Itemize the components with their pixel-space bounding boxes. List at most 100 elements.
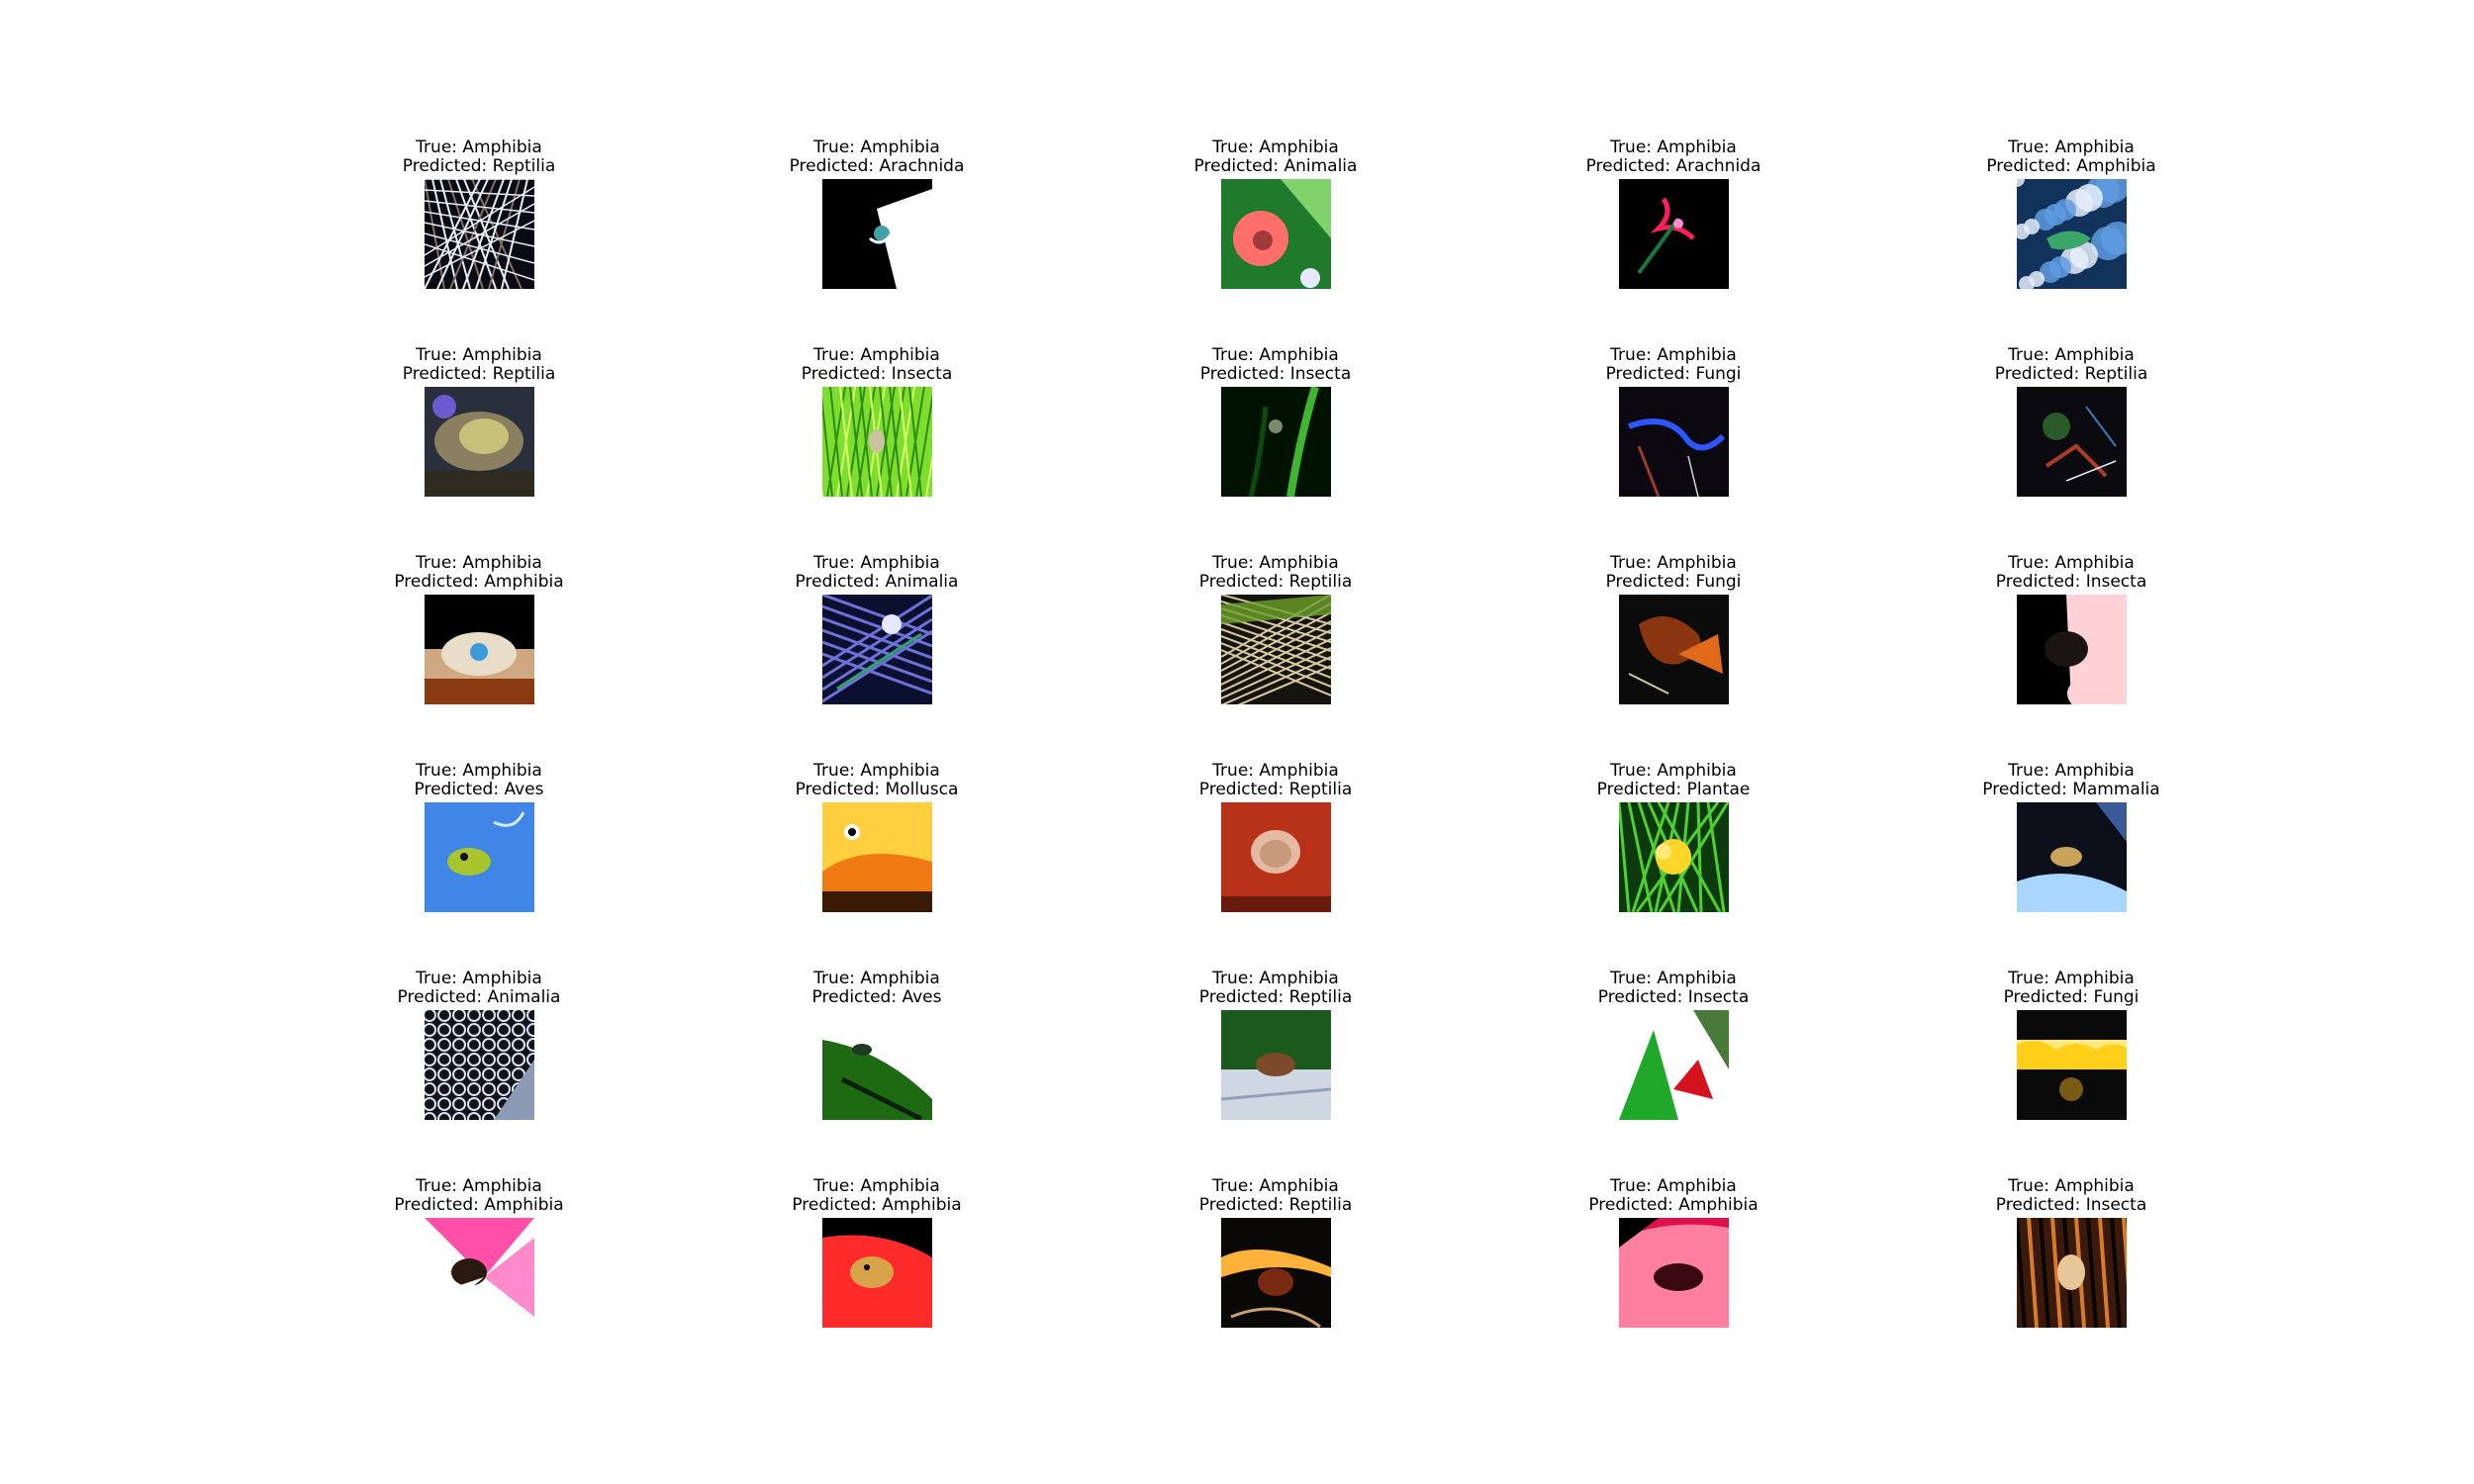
sample-image [1220, 595, 1331, 704]
predicted-label: Predicted: Amphibia [792, 1195, 962, 1215]
true-label: True: Amphibia [1610, 761, 1737, 781]
true-label: True: Amphibia [2008, 138, 2135, 157]
grid-cell: True: Amphibia Predicted: Reptilia [1147, 1177, 1404, 1328]
predicted-label: Predicted: Reptilia [1198, 572, 1353, 592]
true-label: True: Amphibia [1610, 969, 1737, 988]
sample-image-graphic [424, 179, 534, 289]
sample-image [1220, 1010, 1331, 1120]
grid-cell: True: Amphibia Predicted: Animalia [350, 970, 608, 1120]
grid-cell: True: Amphibia Predicted: Amphibia [1943, 139, 2200, 289]
grid-cell: True: Amphibia Predicted: Arachnida [1545, 139, 1802, 289]
sample-image [2016, 802, 2127, 912]
sample-image-graphic [1618, 1010, 1729, 1120]
true-label: True: Amphibia [2008, 1176, 2135, 1196]
true-label: True: Amphibia [416, 969, 542, 988]
sample-image [1220, 179, 1331, 289]
grid-cell: True: Amphibia Predicted: Reptilia [350, 346, 608, 497]
sample-image-graphic [2016, 802, 2127, 912]
sample-image [821, 802, 932, 912]
sample-image [424, 1218, 534, 1328]
true-label: True: Amphibia [813, 345, 940, 365]
predicted-label: Predicted: Reptilia [1198, 987, 1353, 1007]
grid-cell: True: Amphibia Predicted: Reptilia [1147, 762, 1404, 912]
predicted-label: Predicted: Fungi [2003, 987, 2140, 1007]
true-label: True: Amphibia [416, 345, 542, 365]
true-label: True: Amphibia [1212, 969, 1339, 988]
sample-image-graphic [2016, 179, 2127, 289]
sample-image-graphic [1220, 387, 1331, 497]
predicted-label: Predicted: Reptilia [402, 156, 556, 176]
predicted-label: Predicted: Aves [414, 780, 544, 799]
true-label: True: Amphibia [1610, 1176, 1737, 1196]
sample-image-graphic [821, 1218, 932, 1328]
grid-cell: True: Amphibia Predicted: Arachnida [748, 139, 1005, 289]
true-label: True: Amphibia [1610, 345, 1737, 365]
grid-cell: True: Amphibia Predicted: Amphibia [1545, 1177, 1802, 1328]
true-label: True: Amphibia [1212, 761, 1339, 781]
sample-image-graphic [1220, 179, 1331, 289]
predicted-label: Predicted: Fungi [1605, 572, 1742, 592]
sample-image-graphic [821, 595, 932, 704]
predicted-label: Predicted: Amphibia [1588, 1195, 1759, 1215]
predicted-label: Predicted: Plantae [1596, 780, 1751, 799]
sample-image-graphic [424, 1218, 534, 1328]
sample-image [1618, 387, 1729, 497]
sample-image-graphic [2016, 595, 2127, 704]
grid-cell: True: Amphibia Predicted: Amphibia [350, 1177, 608, 1328]
true-label: True: Amphibia [813, 969, 940, 988]
grid-cell: True: Amphibia Predicted: Mammalia [1943, 762, 2200, 912]
sample-image-graphic [821, 1010, 932, 1120]
grid-cell: True: Amphibia Predicted: Fungi [1943, 970, 2200, 1120]
grid-cell: True: Amphibia Predicted: Insecta [1545, 970, 1802, 1120]
grid-cell: True: Amphibia Predicted: Reptilia [350, 139, 608, 289]
true-label: True: Amphibia [416, 553, 542, 573]
sample-image [2016, 179, 2127, 289]
grid-cell: True: Amphibia Predicted: Amphibia [748, 1177, 1005, 1328]
true-label: True: Amphibia [2008, 761, 2135, 781]
grid-cell: True: Amphibia Predicted: Insecta [748, 346, 1005, 497]
grid-cell: True: Amphibia Predicted: Aves [350, 762, 608, 912]
predicted-label: Predicted: Insecta [801, 364, 953, 384]
sample-image [424, 1010, 534, 1120]
sample-image-graphic [821, 387, 932, 497]
sample-image [1618, 1218, 1729, 1328]
sample-image [1220, 387, 1331, 497]
sample-image-graphic [1618, 387, 1729, 497]
predicted-label: Predicted: Fungi [1605, 364, 1742, 384]
predicted-label: Predicted: Animalia [397, 987, 561, 1007]
true-label: True: Amphibia [813, 1176, 940, 1196]
predicted-label: Predicted: Insecta [1995, 1195, 2147, 1215]
true-label: True: Amphibia [2008, 553, 2135, 573]
true-label: True: Amphibia [416, 138, 542, 157]
sample-image [1618, 802, 1729, 912]
grid-cell: True: Amphibia Predicted: Fungi [1545, 554, 1802, 704]
predicted-label: Predicted: Amphibia [394, 572, 564, 592]
true-label: True: Amphibia [813, 138, 940, 157]
sample-image-graphic [1220, 1218, 1331, 1328]
sample-image [821, 179, 932, 289]
true-label: True: Amphibia [1212, 553, 1339, 573]
true-label: True: Amphibia [1610, 553, 1737, 573]
grid-cell: True: Amphibia Predicted: Insecta [1943, 1177, 2200, 1328]
predicted-label: Predicted: Insecta [1199, 364, 1352, 384]
sample-image [2016, 1010, 2127, 1120]
predicted-label: Predicted: Animalia [1193, 156, 1358, 176]
true-label: True: Amphibia [813, 761, 940, 781]
sample-image [424, 595, 534, 704]
sample-image [424, 387, 534, 497]
grid-cell: True: Amphibia Predicted: Insecta [1147, 346, 1404, 497]
grid-cell: True: Amphibia Predicted: Aves [748, 970, 1005, 1120]
grid-cell: True: Amphibia Predicted: Animalia [748, 554, 1005, 704]
grid-cell: True: Amphibia Predicted: Reptilia [1943, 346, 2200, 497]
grid-cell: True: Amphibia Predicted: Reptilia [1147, 554, 1404, 704]
predicted-label: Predicted: Aves [811, 987, 942, 1007]
predicted-label: Predicted: Animalia [795, 572, 959, 592]
true-label: True: Amphibia [1212, 345, 1339, 365]
grid-cell: True: Amphibia Predicted: Reptilia [1147, 970, 1404, 1120]
sample-image-graphic [1220, 802, 1331, 912]
predicted-label: Predicted: Mollusca [795, 780, 959, 799]
sample-image-graphic [1618, 179, 1729, 289]
sample-image [821, 1010, 932, 1120]
true-label: True: Amphibia [416, 1176, 542, 1196]
predicted-label: Predicted: Arachnida [789, 156, 965, 176]
